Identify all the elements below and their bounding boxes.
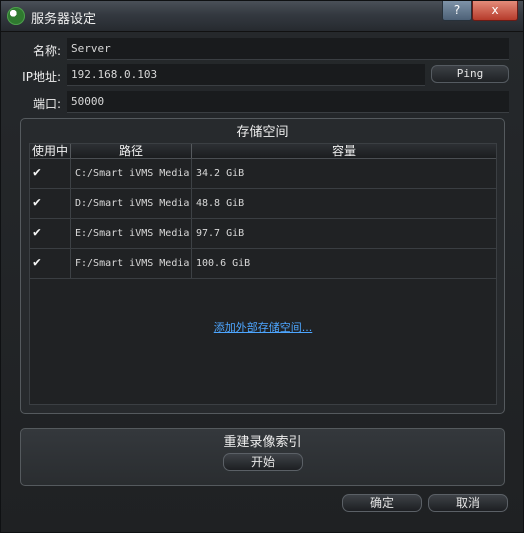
use-cell[interactable]: ✔ bbox=[30, 159, 71, 188]
title-bar: 服务器设定 ? x bbox=[1, 1, 523, 32]
path-cell: C:/Smart iVMS Media bbox=[71, 159, 192, 188]
help-button[interactable]: ? bbox=[442, 1, 472, 21]
ping-button[interactable]: Ping bbox=[431, 65, 509, 83]
checkbox[interactable]: ✔ bbox=[33, 226, 45, 239]
ok-button[interactable]: 确定 bbox=[342, 494, 422, 512]
path-cell: F:/Smart iVMS Media bbox=[71, 249, 192, 278]
use-cell[interactable]: ✔ bbox=[30, 219, 71, 248]
rebuild-index-panel: 重建录像索引 开始 bbox=[20, 428, 505, 486]
cancel-button[interactable]: 取消 bbox=[428, 494, 508, 512]
window-title: 服务器设定 bbox=[31, 12, 97, 27]
server-info-section: 名称: Server IP地址: 192.168.0.103 Ping 端口: … bbox=[1, 32, 523, 115]
start-button[interactable]: 开始 bbox=[223, 453, 303, 471]
name-field[interactable]: Server bbox=[67, 38, 509, 60]
path-cell: D:/Smart iVMS Media bbox=[71, 189, 192, 218]
table-row[interactable]: ✔ E:/Smart iVMS Media 97.7 GiB bbox=[30, 219, 496, 249]
server-settings-dialog: 服务器设定 ? x 名称: Server IP地址: 192.168.0.103… bbox=[0, 0, 524, 533]
capacity-cell: 97.7 GiB bbox=[196, 228, 245, 239]
name-label: 名称: bbox=[32, 44, 61, 58]
header-use: 使用中 bbox=[30, 144, 71, 158]
table-row[interactable]: ✔ C:/Smart iVMS Media 34.2 GiB bbox=[30, 159, 496, 189]
capacity-cell: 48.8 GiB bbox=[196, 198, 245, 209]
storage-panel: 存储空间 使用中 路径 容量 ✔ C:/Smart iVMS Media 34.… bbox=[20, 118, 505, 414]
ip-label: IP地址: bbox=[22, 70, 61, 84]
use-cell[interactable]: ✔ bbox=[30, 249, 71, 278]
table-header: 使用中 路径 容量 bbox=[30, 144, 496, 159]
checkbox[interactable]: ✔ bbox=[33, 256, 45, 269]
storage-title: 存储空间 bbox=[236, 125, 289, 140]
capacity-cell: 34.2 GiB bbox=[196, 168, 245, 179]
app-icon bbox=[7, 7, 25, 25]
header-capacity: 容量 bbox=[331, 144, 356, 158]
checkbox[interactable]: ✔ bbox=[33, 166, 45, 179]
table-row[interactable]: ✔ D:/Smart iVMS Media 48.8 GiB bbox=[30, 189, 496, 219]
header-path: 路径 bbox=[71, 144, 192, 158]
table-row[interactable]: ✔ F:/Smart iVMS Media 100.6 GiB bbox=[30, 249, 496, 279]
port-row: 端口: 50000 bbox=[15, 91, 509, 113]
rebuild-title: 重建录像索引 bbox=[223, 435, 302, 450]
use-cell[interactable]: ✔ bbox=[30, 189, 71, 218]
capacity-cell: 100.6 GiB bbox=[196, 258, 251, 269]
port-label: 端口: bbox=[32, 97, 61, 111]
port-field[interactable]: 50000 bbox=[67, 91, 509, 113]
path-cell: E:/Smart iVMS Media bbox=[71, 219, 192, 248]
add-external-storage-link[interactable]: 添加外部存储空间... bbox=[30, 319, 496, 335]
close-button[interactable]: x bbox=[472, 1, 518, 21]
storage-table: 使用中 路径 容量 ✔ C:/Smart iVMS Media 34.2 GiB… bbox=[29, 143, 497, 405]
name-row: 名称: Server bbox=[15, 38, 509, 60]
ip-row: IP地址: 192.168.0.103 Ping bbox=[15, 64, 509, 86]
ip-field[interactable]: 192.168.0.103 bbox=[67, 64, 425, 86]
checkbox[interactable]: ✔ bbox=[33, 196, 45, 209]
